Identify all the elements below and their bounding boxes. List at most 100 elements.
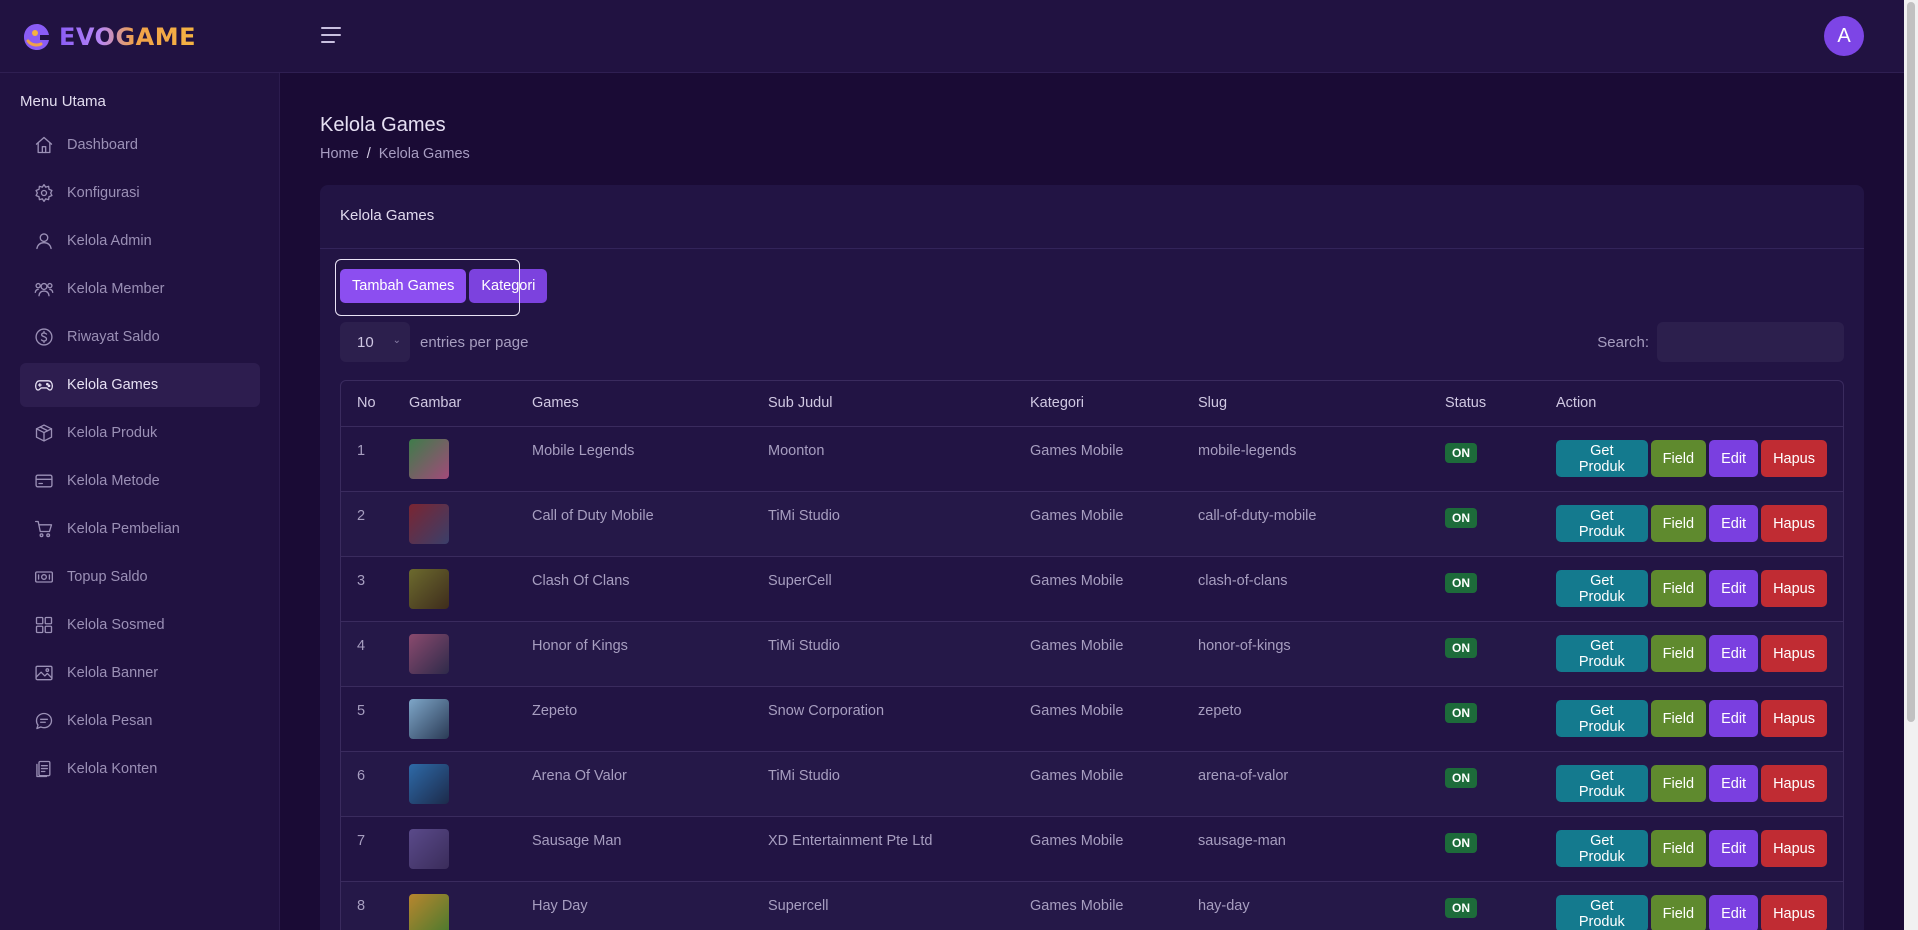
chevron-down-icon: ⌄ bbox=[392, 335, 401, 346]
game-thumbnail bbox=[409, 633, 449, 674]
status-badge: ON bbox=[1445, 897, 1477, 918]
cell-gambar bbox=[393, 751, 516, 817]
sidebar-item-kelola-metode[interactable]: Kelola Metode bbox=[20, 459, 260, 503]
sidebar-item-konfigurasi[interactable]: Konfigurasi bbox=[20, 171, 260, 215]
sidebar-item-label: Dashboard bbox=[67, 137, 138, 153]
delete-button[interactable]: Hapus bbox=[1761, 700, 1827, 737]
cell-kategori: Games Mobile bbox=[1014, 556, 1182, 622]
page-scrollbar[interactable] bbox=[1904, 0, 1918, 930]
column-header-status[interactable]: Status bbox=[1429, 381, 1540, 427]
column-header-games[interactable]: Games bbox=[516, 381, 752, 427]
field-button[interactable]: Field bbox=[1650, 505, 1707, 542]
get-produk-button[interactable]: Get Produk bbox=[1556, 765, 1648, 802]
delete-button[interactable]: Hapus bbox=[1761, 505, 1827, 542]
cell-slug: honor-of-kings bbox=[1182, 621, 1429, 687]
hamburger-menu-icon[interactable] bbox=[321, 27, 341, 45]
add-game-button[interactable]: Tambah Games bbox=[340, 269, 467, 303]
delete-button[interactable]: Hapus bbox=[1761, 635, 1827, 672]
field-button[interactable]: Field bbox=[1650, 830, 1707, 867]
field-button[interactable]: Field bbox=[1650, 440, 1707, 477]
field-button[interactable]: Field bbox=[1650, 765, 1707, 802]
entries-per-page-select[interactable]: 10 ⌄ bbox=[340, 322, 410, 362]
table-row: 2 Call of Duty Mobile TiMi Studio Games Mob… bbox=[341, 491, 1843, 557]
cell-gambar bbox=[393, 426, 516, 492]
delete-button[interactable]: Hapus bbox=[1761, 440, 1827, 477]
delete-button[interactable]: Hapus bbox=[1761, 830, 1827, 867]
game-thumbnail bbox=[409, 763, 449, 804]
sidebar-item-kelola-games[interactable]: Kelola Games bbox=[20, 363, 260, 407]
sidebar-item-riwayat-saldo[interactable]: Riwayat Saldo bbox=[20, 315, 260, 359]
cell-actions: Get Produk Field Edit Hapus bbox=[1540, 686, 1843, 752]
sidebar-item-kelola-admin[interactable]: Kelola Admin bbox=[20, 219, 260, 263]
search-control: Search: bbox=[1597, 322, 1844, 362]
user-avatar[interactable]: A bbox=[1824, 16, 1864, 56]
table-row: 8 Hay Day Supercell Games Mobile hay-day ON Ge… bbox=[341, 881, 1843, 930]
field-button[interactable]: Field bbox=[1650, 700, 1707, 737]
breadcrumb-current: Kelola Games bbox=[378, 146, 470, 162]
credit-card-icon bbox=[33, 470, 55, 492]
field-button[interactable]: Field bbox=[1650, 635, 1707, 672]
column-header-slug[interactable]: Slug bbox=[1182, 381, 1429, 427]
status-badge: ON bbox=[1445, 507, 1477, 528]
edit-button[interactable]: Edit bbox=[1709, 895, 1759, 930]
game-thumbnail bbox=[409, 893, 449, 930]
sidebar-item-kelola-konten[interactable]: Kelola Konten bbox=[20, 747, 260, 791]
sidebar-item-kelola-pesan[interactable]: Kelola Pesan bbox=[20, 699, 260, 743]
cell-game-name: Mobile Legends bbox=[516, 426, 752, 492]
sidebar-item-dashboard[interactable]: Dashboard bbox=[20, 123, 260, 167]
edit-button[interactable]: Edit bbox=[1709, 505, 1759, 542]
edit-button[interactable]: Edit bbox=[1709, 440, 1759, 477]
breadcrumb-home-link[interactable]: Home bbox=[320, 146, 359, 162]
cell-no: 6 bbox=[341, 751, 393, 817]
cell-no: 8 bbox=[341, 881, 393, 930]
edit-button[interactable]: Edit bbox=[1709, 700, 1759, 737]
cell-gambar bbox=[393, 556, 516, 622]
sidebar-item-kelola-pembelian[interactable]: Kelola Pembelian bbox=[20, 507, 260, 551]
get-produk-button[interactable]: Get Produk bbox=[1556, 830, 1648, 867]
get-produk-button[interactable]: Get Produk bbox=[1556, 570, 1648, 607]
status-badge: ON bbox=[1445, 832, 1477, 853]
sidebar-item-label: Kelola Metode bbox=[67, 473, 160, 489]
edit-button[interactable]: Edit bbox=[1709, 765, 1759, 802]
sidebar-item-topup-saldo[interactable]: Topup Saldo bbox=[20, 555, 260, 599]
get-produk-button[interactable]: Get Produk bbox=[1556, 635, 1648, 672]
field-button[interactable]: Field bbox=[1650, 570, 1707, 607]
scrollbar-thumb[interactable] bbox=[1907, 2, 1915, 722]
cell-game-name: Arena Of Valor bbox=[516, 751, 752, 817]
sidebar-item-label: Kelola Pembelian bbox=[67, 521, 180, 537]
sidebar-item-kelola-produk[interactable]: Kelola Produk bbox=[20, 411, 260, 455]
sidebar-item-label: Konfigurasi bbox=[67, 185, 140, 201]
get-produk-button[interactable]: Get Produk bbox=[1556, 700, 1648, 737]
edit-button[interactable]: Edit bbox=[1709, 830, 1759, 867]
card-title: Kelola Games bbox=[320, 185, 1864, 249]
cell-gambar bbox=[393, 686, 516, 752]
column-header-no[interactable]: No bbox=[341, 381, 393, 427]
sidebar-item-kelola-sosmed[interactable]: Kelola Sosmed bbox=[20, 603, 260, 647]
delete-button[interactable]: Hapus bbox=[1761, 895, 1827, 930]
delete-button[interactable]: Hapus bbox=[1761, 765, 1827, 802]
get-produk-button[interactable]: Get Produk bbox=[1556, 505, 1648, 542]
get-produk-button[interactable]: Get Produk bbox=[1556, 895, 1648, 930]
sidebar-item-kelola-member[interactable]: Kelola Member bbox=[20, 267, 260, 311]
delete-button[interactable]: Hapus bbox=[1761, 570, 1827, 607]
chat-icon bbox=[33, 710, 55, 732]
status-badge: ON bbox=[1445, 702, 1477, 723]
cell-kategori: Games Mobile bbox=[1014, 621, 1182, 687]
cell-no: 4 bbox=[341, 621, 393, 687]
image-icon bbox=[33, 662, 55, 684]
brand-logo[interactable]: EVOGAME bbox=[21, 20, 196, 54]
get-produk-button[interactable]: Get Produk bbox=[1556, 440, 1648, 477]
column-header-sub-judul[interactable]: Sub Judul bbox=[752, 381, 1014, 427]
brand-name: EVOGAME bbox=[59, 23, 196, 51]
field-button[interactable]: Field bbox=[1650, 895, 1707, 930]
edit-button[interactable]: Edit bbox=[1709, 635, 1759, 672]
page-title: Kelola Games bbox=[320, 114, 446, 136]
column-header-kategori[interactable]: Kategori bbox=[1014, 381, 1182, 427]
category-button[interactable]: Kategori bbox=[469, 269, 548, 303]
sidebar-item-kelola-banner[interactable]: Kelola Banner bbox=[20, 651, 260, 695]
search-input[interactable] bbox=[1657, 322, 1844, 362]
home-icon bbox=[33, 134, 55, 156]
edit-button[interactable]: Edit bbox=[1709, 570, 1759, 607]
column-header-gambar[interactable]: Gambar bbox=[393, 381, 516, 427]
sidebar-item-label: Kelola Konten bbox=[67, 761, 158, 777]
